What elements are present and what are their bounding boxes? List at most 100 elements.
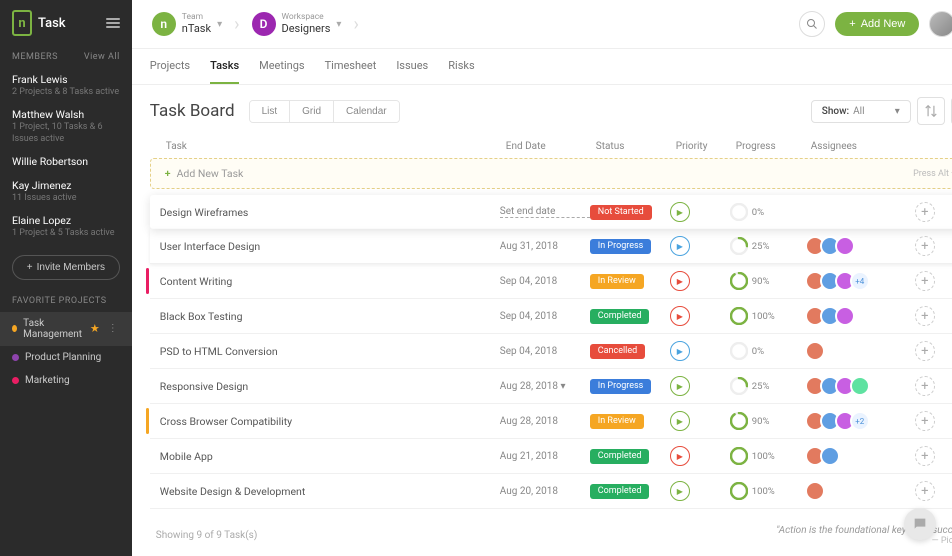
priority-play-button[interactable]: ▶ [670,202,690,222]
assignee-avatar[interactable] [820,446,840,466]
priority-play-button[interactable]: ▶ [670,271,690,291]
chevron-down-icon: ▾ [895,106,900,117]
priority-play-button[interactable]: ▶ [670,411,690,431]
col-priority: Priority [676,141,736,152]
add-assignee-button[interactable]: + [915,376,935,396]
add-new-button[interactable]: + Add New [835,12,919,36]
assignee-avatar[interactable] [805,481,825,501]
team-crumb[interactable]: n Team nTask ▾ [146,8,228,40]
view-calendar-button[interactable]: Calendar [334,101,399,122]
status-badge[interactable]: Completed [590,484,650,499]
project-more-button[interactable]: ⋮ [106,323,120,334]
task-row[interactable]: Cross Browser Compatibility Aug 28, 2018… [150,404,952,439]
task-row[interactable]: Mobile App Aug 21, 2018 Completed ▶ 100%… [150,439,952,474]
sidebar-project-item[interactable]: Marketing [0,369,132,392]
priority-play-button[interactable]: ▶ [670,341,690,361]
assignee-overflow[interactable]: +2 [850,411,870,431]
tab-projects[interactable]: Projects [150,49,190,84]
view-list-button[interactable]: List [250,101,291,122]
task-end-date[interactable]: Sep 04, 2018 [500,276,590,287]
row-more-button[interactable]: ⋮ [945,413,952,429]
member-item[interactable]: Kay Jimenez11 Issues active [0,174,132,209]
row-more-button[interactable]: ⋮ [945,378,952,394]
task-row[interactable]: Responsive Design Aug 28, 2018 ▾ In Prog… [150,369,952,404]
add-assignee-button[interactable]: + [915,481,935,501]
task-row[interactable]: Content Writing Sep 04, 2018 In Review ▶… [150,264,952,299]
status-badge[interactable]: In Progress [590,379,652,394]
task-end-date[interactable]: Aug 31, 2018 [500,241,590,252]
task-end-date[interactable]: Aug 28, 2018 ▾ [500,381,590,392]
status-badge[interactable]: In Progress [590,239,652,254]
status-badge[interactable]: In Review [590,414,644,429]
row-more-button[interactable]: ⋮ [945,204,952,220]
task-end-date[interactable]: Set end date [500,206,590,218]
task-row[interactable]: PSD to HTML Conversion Sep 04, 2018 Canc… [150,334,952,369]
priority-play-button[interactable]: ▶ [670,446,690,466]
status-badge[interactable]: Completed [590,449,650,464]
brand-logo[interactable]: n Task [12,10,66,36]
priority-play-button[interactable]: ▶ [670,306,690,326]
chat-icon [912,516,928,532]
workspace-crumb[interactable]: D Workspace Designers ▾ [246,8,348,40]
task-row[interactable]: User Interface Design Aug 31, 2018 In Pr… [150,229,952,264]
task-row[interactable]: Design Wireframes Set end date Not Start… [150,195,952,229]
tab-risks[interactable]: Risks [448,49,474,84]
tab-issues[interactable]: Issues [396,49,428,84]
sidebar-project-item[interactable]: Product Planning [0,346,132,369]
assignee-avatar[interactable] [805,341,825,361]
task-name: Black Box Testing [160,310,500,323]
assignee-avatar[interactable] [835,306,855,326]
task-row[interactable]: Black Box Testing Sep 04, 2018 Completed… [150,299,952,334]
user-avatar[interactable] [929,11,952,37]
task-end-date[interactable]: Aug 21, 2018 [500,451,590,462]
status-badge[interactable]: Cancelled [590,344,645,359]
member-item[interactable]: Elaine Lopez1 Project & 5 Tasks active [0,209,132,244]
row-more-button[interactable]: ⋮ [945,273,952,289]
assignee-avatar[interactable] [835,236,855,256]
show-filter-dropdown[interactable]: Show: All ▾ [811,100,911,123]
task-end-date[interactable]: Sep 04, 2018 [500,346,590,357]
tab-meetings[interactable]: Meetings [259,49,304,84]
priority-play-button[interactable]: ▶ [670,376,690,396]
row-more-button[interactable]: ⋮ [945,238,952,254]
status-badge[interactable]: In Review [590,274,644,289]
row-more-button[interactable]: ⋮ [945,483,952,499]
member-item[interactable]: Frank Lewis2 Projects & 8 Tasks active [0,68,132,103]
sidebar: n Task MEMBERS View All Frank Lewis2 Pro… [0,0,132,556]
view-grid-button[interactable]: Grid [290,101,334,122]
sidebar-project-item[interactable]: Task Management★⋮ [0,312,132,346]
add-assignee-button[interactable]: + [915,236,935,256]
add-assignee-button[interactable]: + [915,341,935,361]
row-more-button[interactable]: ⋮ [945,448,952,464]
assignee-overflow[interactable]: +4 [850,271,870,291]
project-color-dot [12,377,19,384]
invite-members-button[interactable]: + Invite Members [12,255,120,280]
add-assignee-button[interactable]: + [915,446,935,466]
tab-tasks[interactable]: Tasks [210,49,239,84]
tab-timesheet[interactable]: Timesheet [325,49,377,84]
member-item[interactable]: Matthew Walsh1 Project, 10 Tasks & 6 Iss… [0,103,132,150]
add-assignee-button[interactable]: + [915,411,935,431]
add-assignee-button[interactable]: + [915,306,935,326]
task-end-date[interactable]: Aug 20, 2018 [500,486,590,497]
task-end-date[interactable]: Aug 28, 2018 [500,416,590,427]
search-button[interactable] [799,11,825,37]
help-chat-button[interactable] [904,508,936,540]
status-badge[interactable]: Not Started [590,205,652,220]
row-more-button[interactable]: ⋮ [945,308,952,324]
add-assignee-button[interactable]: + [915,271,935,291]
assignee-avatar[interactable] [850,376,870,396]
row-more-button[interactable]: ⋮ [945,343,952,359]
task-row[interactable]: Website Design & Development Aug 20, 201… [150,474,952,509]
add-assignee-button[interactable]: + [915,202,935,222]
add-task-row[interactable]: + Add New Task Press Alt + T [150,158,952,189]
priority-play-button[interactable]: ▶ [670,481,690,501]
sort-button[interactable] [917,97,945,125]
task-end-date[interactable]: Sep 04, 2018 [500,311,590,322]
hamburger-icon[interactable] [106,16,120,30]
col-enddate: End Date [506,141,596,152]
status-badge[interactable]: Completed [590,309,650,324]
member-item[interactable]: Willie Robertson [0,150,132,174]
view-all-link[interactable]: View All [84,52,120,62]
priority-play-button[interactable]: ▶ [670,236,690,256]
